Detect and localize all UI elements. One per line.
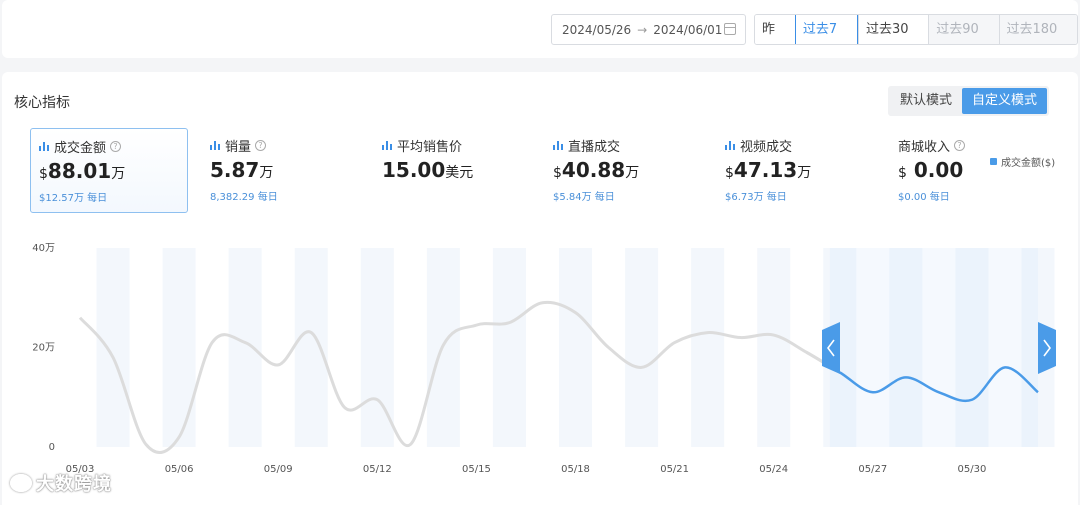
x-tick-label: 05/18 (561, 464, 590, 475)
chart-stripe (162, 248, 196, 447)
chart-stripe (228, 248, 262, 447)
x-tick-label: 05/06 (165, 464, 194, 475)
range-handle-right[interactable] (1038, 322, 1056, 374)
chart-stripe (691, 248, 725, 447)
chart-stripe (294, 248, 328, 447)
x-tick-label: 05/09 (264, 464, 293, 475)
chart-stripe (559, 248, 593, 447)
y-tick-label: 0 (49, 442, 55, 453)
chart-stripe (757, 248, 791, 447)
x-tick-label: 05/12 (363, 464, 392, 475)
y-tick-label: 40万 (32, 243, 55, 254)
chart-stripe-selected (922, 248, 956, 447)
watermark-text: 大数跨境 (36, 474, 112, 495)
chart-stripe-selected (856, 248, 890, 447)
y-tick-label: 20万 (32, 343, 55, 354)
gmv-line-chart: 020万40万05/03 05/06 05/09 05/12 05/15 05/18 05/… (32, 243, 1056, 475)
x-tick-label: 05/30 (958, 464, 987, 475)
watermark: 大数跨境 (10, 470, 112, 496)
chart-stripe (96, 248, 130, 447)
range-handle-left[interactable] (822, 322, 840, 374)
chart-stripe (625, 248, 659, 447)
watermark-logo-icon (10, 474, 32, 492)
chart-stripe-selected (988, 248, 1022, 447)
chart-stripe (492, 248, 526, 447)
x-tick-label: 05/27 (858, 464, 887, 475)
x-tick-label: 05/21 (660, 464, 689, 475)
x-tick-label: 05/24 (759, 464, 788, 475)
x-tick-label: 05/15 (462, 464, 491, 475)
